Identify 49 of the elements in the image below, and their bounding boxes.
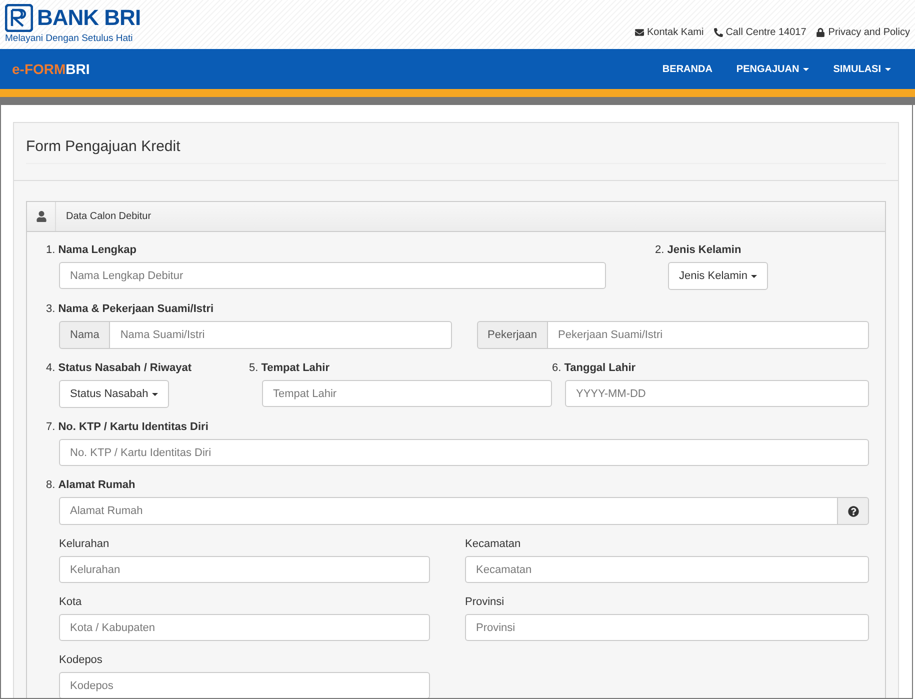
- text-field[interactable]: Alamat Rumah: [59, 497, 837, 525]
- text-field[interactable]: Pekerjaan Suami/Istri: [548, 321, 869, 349]
- help-icon: [848, 506, 858, 516]
- user-icon: [36, 211, 46, 222]
- nav-item[interactable]: BERANDA: [650, 64, 724, 74]
- field-label: 7. No. KTP / Kartu Identitas Diri: [46, 420, 210, 435]
- section-title: Data Calon Debitur: [65, 211, 152, 222]
- text-field[interactable]: Kecamatan: [465, 556, 869, 583]
- input-addon: Nama: [59, 321, 110, 349]
- text-field[interactable]: No. KTP / Kartu Identitas Diri: [59, 439, 869, 466]
- dropdown-button[interactable]: Status Nasabah: [59, 380, 170, 408]
- header-link[interactable]: Call Centre 14017: [714, 27, 806, 38]
- nav-item[interactable]: SIMULASI: [821, 64, 903, 74]
- brand-logo[interactable]: e-FORMBRI: [12, 61, 90, 77]
- field-label: 3. Nama & Pekerjaan Suami/Istri: [46, 302, 215, 317]
- field-label: Kodepos: [59, 653, 104, 668]
- field-label: 5. Tempat Lahir: [249, 361, 330, 376]
- text-field[interactable]: Provinsi: [465, 614, 869, 641]
- help-button[interactable]: [837, 497, 869, 525]
- field-label: Kota: [59, 595, 83, 610]
- text-field[interactable]: Kota / Kabupaten: [59, 614, 430, 641]
- text-field[interactable]: Nama Lengkap Debitur: [59, 262, 606, 289]
- text-field[interactable]: Nama Suami/Istri: [110, 321, 452, 349]
- text-field[interactable]: YYYY-MM-DD: [565, 380, 869, 407]
- field-label: 1. Nama Lengkap: [46, 243, 138, 258]
- caret-icon: [751, 274, 758, 278]
- caret-icon: [152, 392, 158, 396]
- header-link[interactable]: Privacy and Policy: [816, 27, 910, 38]
- field-label: Kelurahan: [59, 537, 110, 552]
- text-field[interactable]: Kelurahan: [59, 556, 430, 583]
- input-addon: Pekerjaan: [476, 321, 548, 349]
- field-label: 4. Status Nasabah / Riwayat: [46, 361, 193, 376]
- field-label: Provinsi: [465, 595, 506, 610]
- logo-tagline: Melayani Dengan Setulus Hati: [5, 33, 134, 44]
- dropdown-button[interactable]: Jenis Kelamin: [668, 262, 768, 290]
- form-title: Form Pengajuan Kredit: [26, 138, 886, 164]
- field-label: 2. Jenis Kelamin: [655, 243, 742, 258]
- field-label: Kecamatan: [465, 537, 522, 552]
- phone-icon: [714, 28, 723, 37]
- field-label: 8. Alamat Rumah: [46, 478, 136, 493]
- logo-text: BANK BRI: [37, 5, 141, 31]
- logo-icon: [5, 4, 33, 32]
- envelope-icon: [634, 28, 644, 37]
- field-label: 6. Tanggal Lahir: [552, 361, 637, 376]
- lock-icon: [816, 28, 826, 37]
- nav-item[interactable]: PENGAJUAN: [724, 64, 822, 74]
- text-field[interactable]: Kodepos: [59, 672, 430, 698]
- header-link[interactable]: Kontak Kami: [634, 27, 704, 38]
- text-field[interactable]: Tempat Lahir: [262, 380, 552, 407]
